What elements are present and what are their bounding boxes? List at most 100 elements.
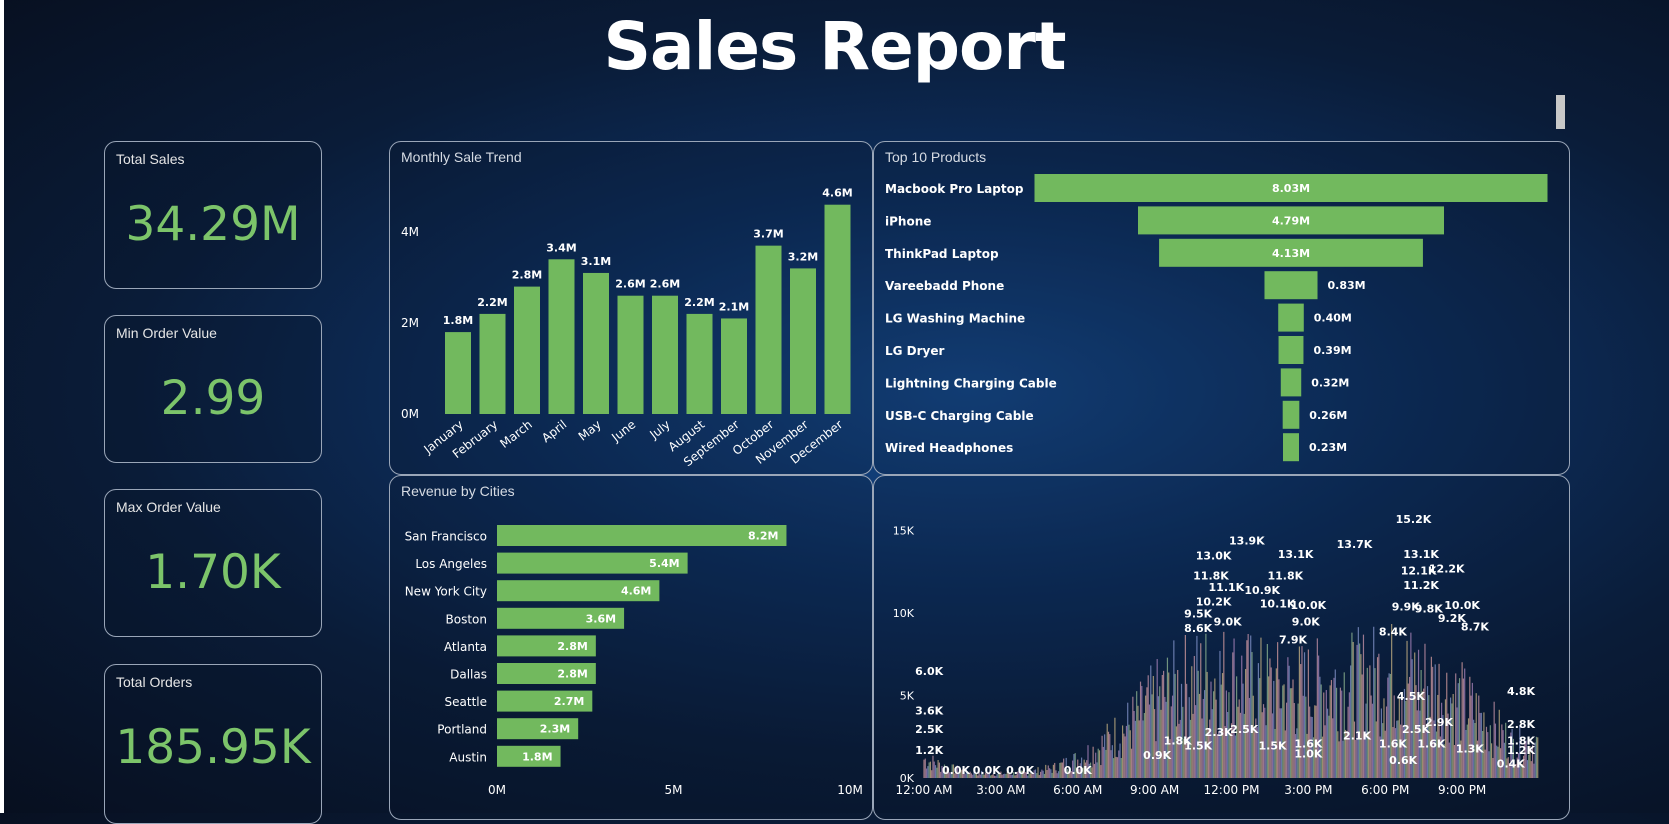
category-label: LG Washing Machine [885, 312, 1025, 326]
data-label: 2.6M [615, 278, 645, 291]
kpi-card-min-order-value[interactable]: Min Order Value 2.99 [104, 315, 322, 463]
x-tick-label: 10M [837, 783, 863, 797]
hourly-series-area [923, 623, 1539, 778]
hourly-sales-chart: 0K5K10K15K12:00 AM 3:00 AM 6:00 AM 9:00 AM 1… [893, 513, 1539, 797]
bar-february [479, 313, 506, 414]
bar-december [824, 204, 851, 414]
data-label: 10.9K [1244, 584, 1280, 597]
data-label: 0.32M [1311, 376, 1349, 389]
data-label: 0.39M [1313, 344, 1351, 357]
data-label: 12.2K [1429, 563, 1465, 576]
data-label: 13.1K [1403, 548, 1439, 561]
category-label: New York City [405, 585, 487, 599]
kpi-value: 1.70K [145, 545, 281, 600]
kpi-value: 185.95K [115, 720, 311, 775]
bar-november [790, 268, 816, 414]
bar-january [445, 332, 471, 414]
data-label: 15.2K [1396, 513, 1432, 526]
data-label: 13.1K [1278, 548, 1314, 561]
data-label: 7.9K [1279, 634, 1307, 647]
data-label: 8.7K [1461, 620, 1489, 633]
data-label: 4.8K [1507, 685, 1535, 698]
data-label: 2.5K [1230, 723, 1258, 736]
bar-product [1282, 400, 1300, 429]
x-tick-label: 6:00 PM [1361, 783, 1409, 797]
bar-july [652, 295, 678, 414]
data-label: 11.8K [1267, 569, 1303, 582]
scroll-indicator[interactable] [1556, 95, 1565, 129]
data-label: 13.7K [1337, 538, 1373, 551]
category-label: Atlanta [444, 640, 487, 654]
data-label: 11.2K [1403, 579, 1439, 592]
x-tick-label: 6:00 AM [1053, 783, 1102, 797]
data-label: 2.2M [477, 296, 507, 309]
data-label: 10.0K [1291, 599, 1327, 612]
category-label: LG Dryer [885, 344, 945, 358]
category-label: USB-C Charging Cable [885, 409, 1034, 423]
data-label: 2.8M [557, 640, 587, 653]
x-tick-label: 12:00 AM [896, 783, 953, 797]
kpi-card-max-order-value[interactable]: Max Order Value 1.70K [104, 489, 322, 637]
kpi-label: Total Orders [116, 674, 193, 690]
data-label: 3.7M [753, 228, 783, 241]
category-label: Vareebadd Phone [885, 279, 1004, 293]
bar-product [1278, 336, 1304, 364]
data-label: 0.0K [942, 764, 970, 777]
data-label: 2.1K [1343, 729, 1371, 742]
data-label: 0.40M [1314, 312, 1352, 325]
left-edge-bar [0, 0, 4, 813]
data-label: 1.0K [1294, 748, 1322, 761]
bar-city [497, 525, 787, 546]
top-products-panel[interactable]: Top 10 Products Macbook Pro Laptop 8.03M i… [873, 141, 1570, 475]
data-label: 1.5K [1258, 739, 1286, 752]
data-label: 2.2M [684, 296, 714, 309]
data-label: 1.8M [522, 750, 552, 763]
data-label: 6.0K [915, 665, 943, 678]
data-label: 9.0K [1214, 616, 1242, 629]
bar-june [617, 295, 644, 414]
data-label: 1.8M [443, 314, 473, 327]
category-label: Lightning Charging Cable [885, 376, 1057, 390]
x-tick-label: June [608, 417, 638, 445]
data-label: 4.79M [1272, 214, 1310, 227]
data-label: 2.1M [719, 300, 749, 313]
data-label: 1.6K [1417, 738, 1445, 751]
data-label: 4.5K [1397, 690, 1425, 703]
kpi-card-total-orders[interactable]: Total Orders 185.95K [104, 664, 322, 824]
data-label: 3.1M [581, 255, 611, 268]
data-label: 8.6K [1184, 622, 1212, 635]
kpi-card-total-sales[interactable]: Total Sales 34.29M [104, 141, 322, 289]
revenue-by-cities-panel[interactable]: Revenue by Cities San Francisco 8.2M Los A… [389, 475, 873, 820]
data-label: 1.3K [1456, 743, 1484, 756]
data-label: 8.03M [1272, 182, 1310, 195]
x-tick-label: 0M [488, 783, 506, 797]
category-label: iPhone [885, 214, 931, 228]
data-label: 13.9K [1229, 535, 1265, 548]
bar-may [583, 272, 609, 414]
hourly-sales-panel[interactable]: 0K 5K 10K 15K 12:00 AM 3:00 AM 6:00 AM 9:00 AM 1… [873, 475, 1570, 820]
data-label: 0.6K [1389, 754, 1417, 767]
category-label: Seattle [445, 695, 487, 709]
x-tick-label: 3:00 PM [1284, 783, 1332, 797]
y-tick-label: 2M [401, 316, 419, 330]
y-tick-label: 15K [893, 525, 915, 538]
data-label: 3.2M [788, 250, 818, 263]
data-label: 10.2K [1196, 596, 1232, 609]
monthly-sale-trend-chart: 0M2M4M1.8MJanuary2.2MFebruary2.8MMarch3.… [401, 187, 853, 469]
data-label: 4.6M [822, 187, 852, 200]
data-label: 3.4M [546, 241, 576, 254]
kpi-label: Total Sales [116, 151, 185, 167]
data-label: 2.6M [650, 278, 680, 291]
data-label: 0.83M [1328, 279, 1366, 292]
data-label: 2.7M [554, 695, 584, 708]
data-label: 8.4K [1379, 625, 1407, 638]
x-tick-label: 3:00 AM [976, 783, 1025, 797]
kpi-label: Max Order Value [116, 499, 221, 515]
data-label: 1.5K [1184, 739, 1212, 752]
page-title: Sales Report [603, 8, 1067, 85]
x-tick-label: 5M [665, 783, 683, 797]
category-label: Boston [446, 612, 487, 626]
data-label: 0.4K [1497, 757, 1525, 770]
bar-august [686, 313, 713, 414]
monthly-sale-trend-panel[interactable]: Monthly Sale Trend 0M 2M 4M 1.8M January 2.2M… [389, 141, 873, 475]
